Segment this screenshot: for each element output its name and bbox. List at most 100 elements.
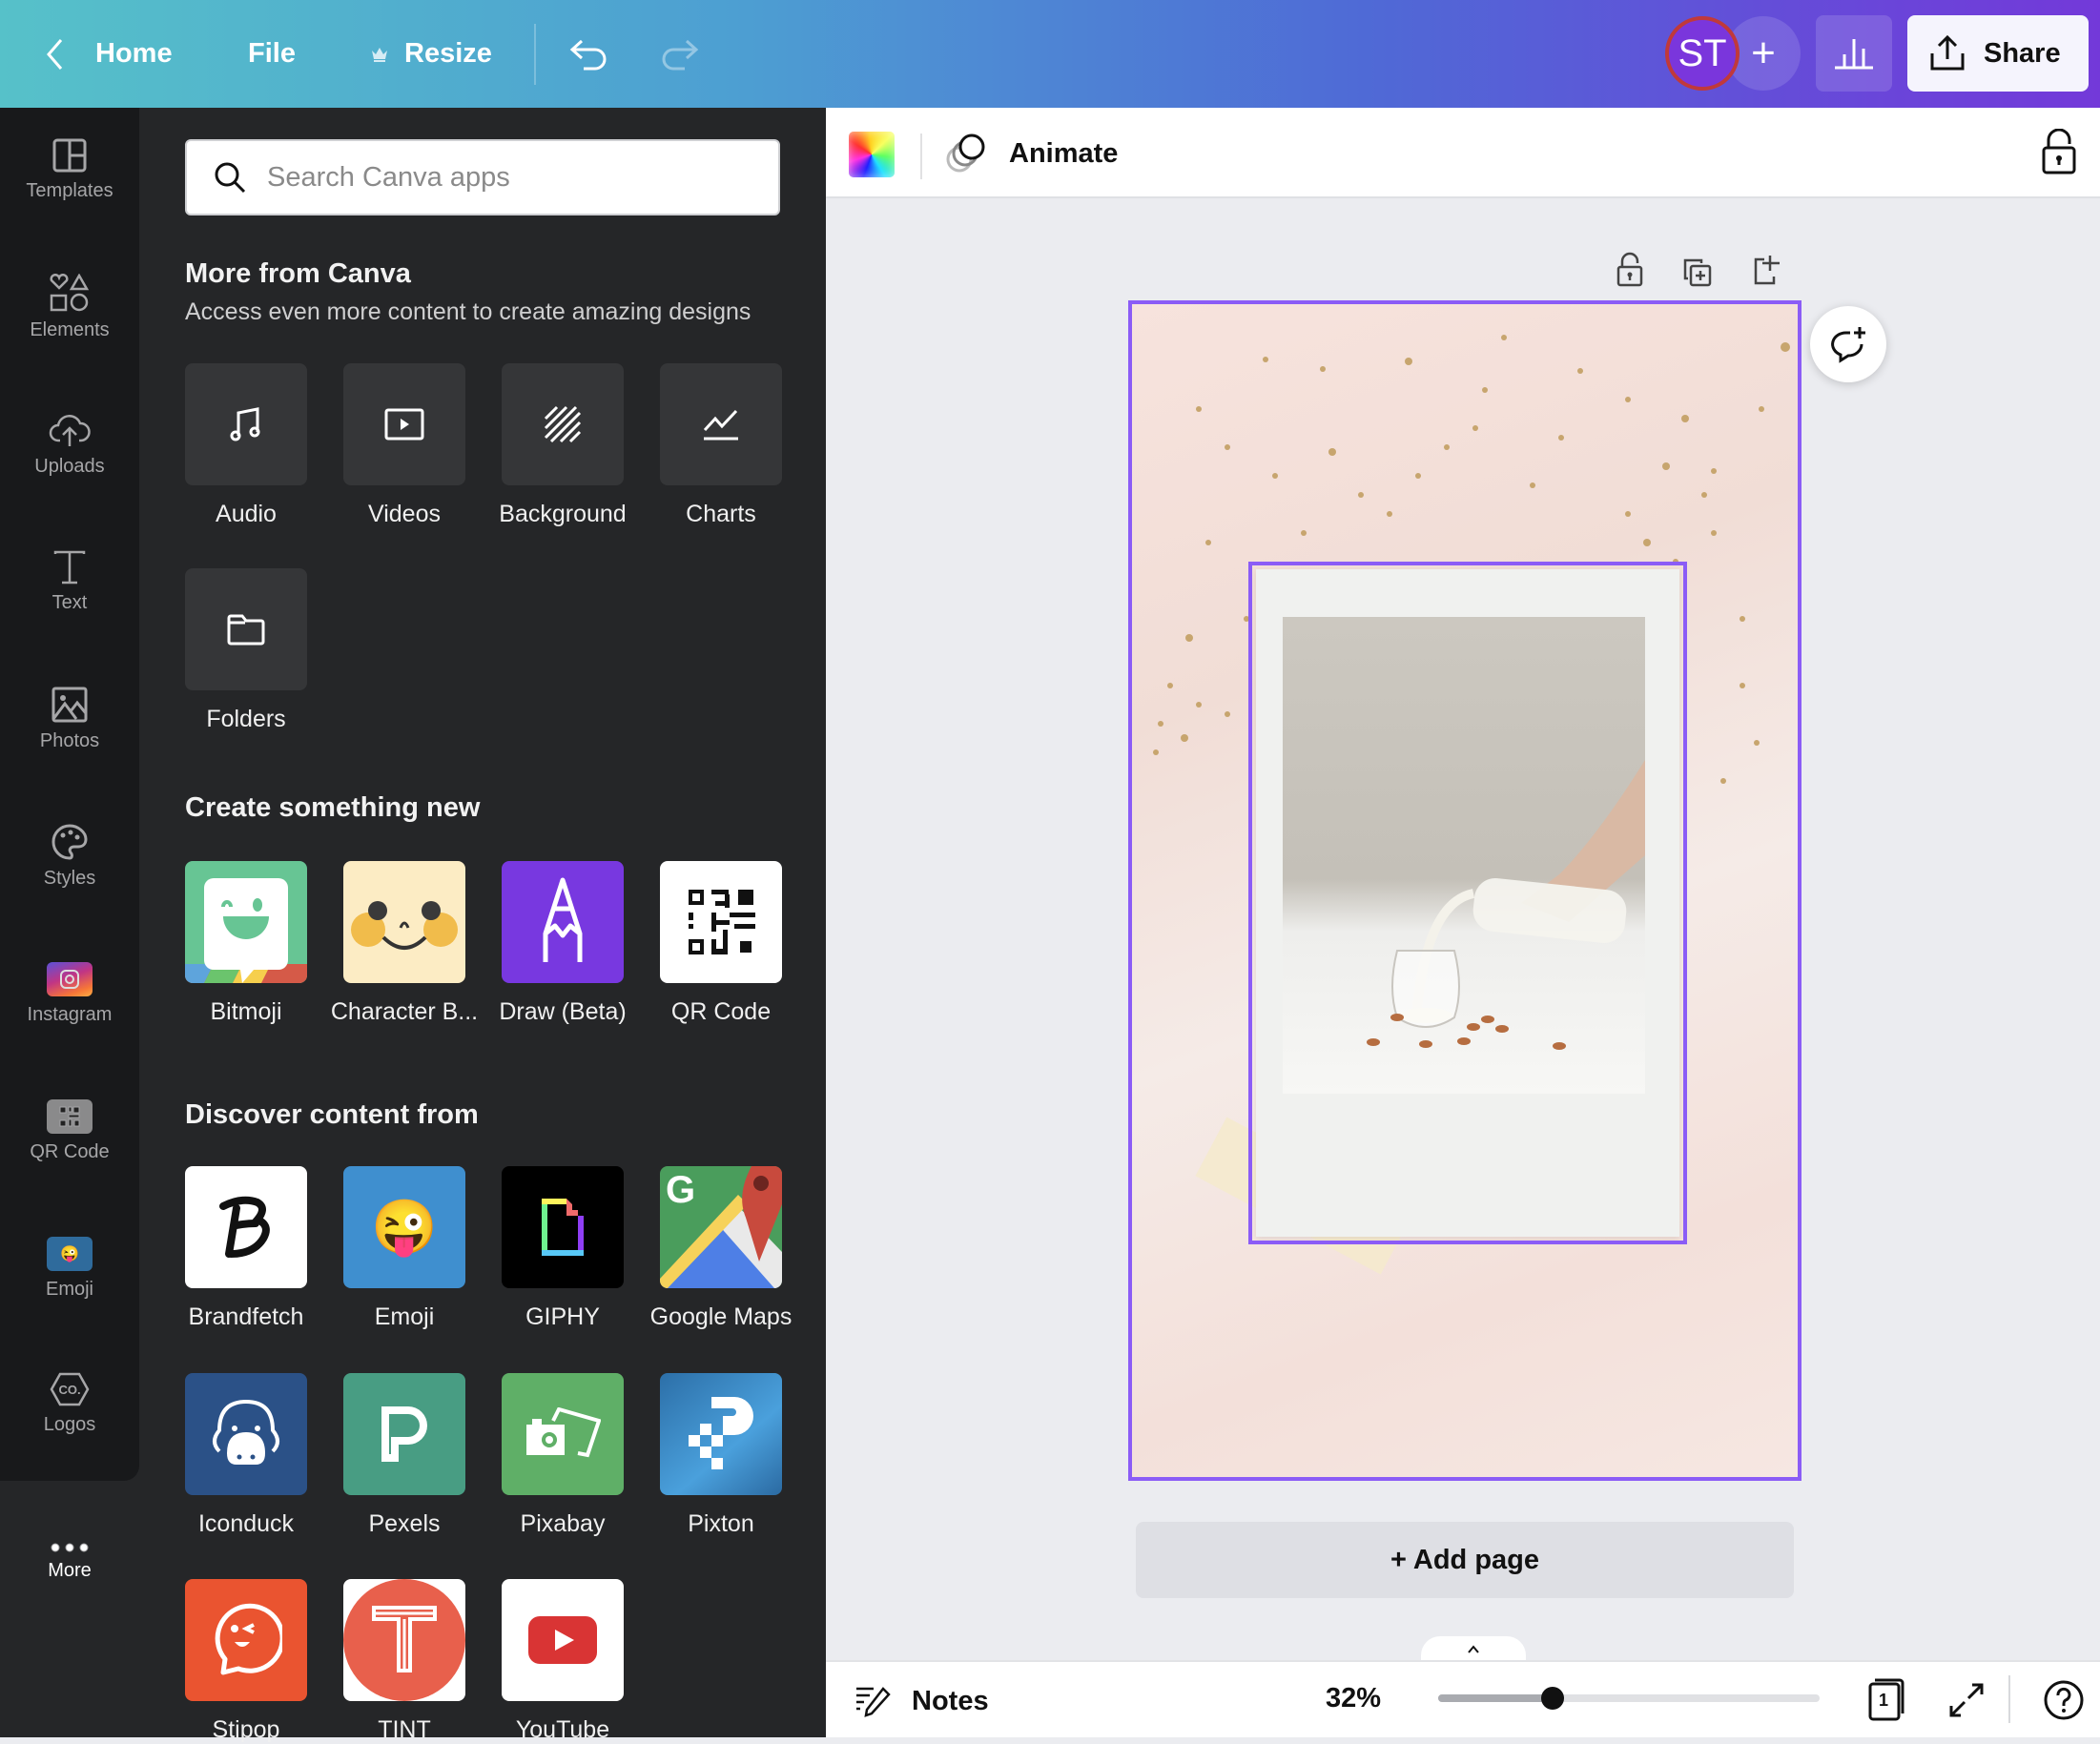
resize-button[interactable]: Resize xyxy=(370,0,492,108)
share-label: Share xyxy=(1984,37,2061,69)
tile-pixton[interactable]: Pixton xyxy=(660,1373,782,1538)
tile-stipop[interactable]: Stipop xyxy=(185,1579,307,1744)
rail-item-elements[interactable]: Elements xyxy=(0,245,139,369)
rail-item-emoji[interactable]: 😜 Emoji xyxy=(0,1206,139,1330)
rail-label: Logos xyxy=(43,1413,96,1435)
file-menu-button[interactable]: File xyxy=(248,0,296,108)
redo-button[interactable] xyxy=(658,0,700,108)
tile-tint[interactable]: TINT xyxy=(343,1579,465,1744)
giphy-icon xyxy=(542,1199,584,1256)
rail-items-container: Templates Elements Uploads Text Photos S… xyxy=(0,108,139,1481)
rail-item-qr-code[interactable]: QR Code xyxy=(0,1069,139,1193)
tile-brandfetch[interactable]: Brandfetch xyxy=(185,1166,307,1331)
tile-iconduck[interactable]: Iconduck xyxy=(185,1373,307,1538)
folder-icon xyxy=(227,614,265,646)
undo-icon xyxy=(569,39,607,70)
animate-button[interactable]: Animate xyxy=(946,127,1118,180)
photo-icon xyxy=(51,687,88,722)
resize-label: Resize xyxy=(404,38,492,69)
add-comment-button[interactable] xyxy=(1810,306,1886,382)
notes-icon xyxy=(856,1687,891,1717)
zoom-percentage[interactable]: 32% xyxy=(1326,1683,1381,1714)
palette-icon xyxy=(51,823,88,860)
tile-youtube[interactable]: YouTube xyxy=(502,1579,624,1744)
lock-page-icon[interactable] xyxy=(1616,252,1644,288)
zoom-slider-thumb[interactable] xyxy=(1541,1687,1564,1710)
tile-label: Pixton xyxy=(688,1510,754,1537)
fullscreen-icon[interactable] xyxy=(1947,1681,1986,1719)
tile-label: Iconduck xyxy=(197,1510,295,1537)
rail-item-more[interactable]: More xyxy=(0,1500,139,1624)
tile-label: Pixabay xyxy=(520,1510,606,1537)
milk-photo xyxy=(1283,617,1645,1094)
avatar[interactable]: ST xyxy=(1665,16,1740,91)
tile-label: Pexels xyxy=(368,1510,441,1537)
tile-videos[interactable]: Videos xyxy=(343,363,465,528)
zoom-slider[interactable] xyxy=(1438,1687,1820,1710)
add-page-icon[interactable] xyxy=(1753,254,1783,286)
lock-open-icon[interactable] xyxy=(2041,129,2077,174)
section-title-discover: Discover content from xyxy=(185,1099,479,1130)
search-field[interactable] xyxy=(185,139,780,215)
tile-label: TINT xyxy=(378,1716,431,1743)
top-header: Home File Resize + ST Share xyxy=(0,0,2100,108)
rail-item-instagram[interactable]: Instagram xyxy=(0,932,139,1056)
upload-share-icon xyxy=(1930,34,1965,71)
rail-item-photos[interactable]: Photos xyxy=(0,657,139,781)
tile-pexels[interactable]: Pexels xyxy=(343,1373,465,1538)
rail-item-text[interactable]: Text xyxy=(0,520,139,644)
plus-icon: + xyxy=(1751,30,1776,76)
tile-draw[interactable]: Draw (Beta) xyxy=(499,861,627,1026)
help-icon[interactable] xyxy=(2043,1679,2085,1721)
home-button[interactable]: Home xyxy=(44,0,173,108)
search-icon xyxy=(215,162,246,194)
svg-text:CO.: CO. xyxy=(58,1383,80,1397)
svg-text:G: G xyxy=(666,1169,695,1211)
undo-button[interactable] xyxy=(568,0,610,108)
polaroid-frame[interactable] xyxy=(1248,562,1687,1244)
rail-item-styles[interactable]: Styles xyxy=(0,794,139,918)
tile-audio[interactable]: Audio xyxy=(185,363,307,528)
apps-panel: More from Canva Access even more content… xyxy=(139,108,826,1743)
design-page[interactable] xyxy=(1128,300,1801,1481)
search-input[interactable] xyxy=(267,161,763,194)
section-title-more-from-canva: More from Canva xyxy=(185,258,411,289)
rail-item-templates[interactable]: Templates xyxy=(0,108,139,232)
rail-label: Templates xyxy=(26,179,113,201)
tile-charts[interactable]: Charts xyxy=(660,363,782,528)
rail-label: Text xyxy=(51,591,88,613)
duplicate-page-icon[interactable] xyxy=(1682,257,1713,288)
rail-item-logos[interactable]: CO. Logos xyxy=(0,1342,139,1466)
tile-bitmoji[interactable]: Bitmoji xyxy=(185,861,307,1026)
tile-label: YouTube xyxy=(515,1716,610,1743)
add-page-button[interactable]: + Add page xyxy=(1136,1522,1794,1598)
tile-folders[interactable]: Folders xyxy=(185,568,307,733)
line-chart-icon xyxy=(703,409,738,441)
tile-giphy[interactable]: GIPHY xyxy=(502,1166,624,1331)
bar-chart-icon xyxy=(1835,39,1873,70)
page-count-button[interactable]: 1 xyxy=(1867,1677,1905,1721)
logos-icon: CO. xyxy=(50,1372,90,1405)
share-button[interactable]: Share xyxy=(1907,15,2089,92)
tile-background[interactable]: Background xyxy=(499,363,627,528)
rail-label: Styles xyxy=(43,867,96,889)
tile-google-maps[interactable]: G Google Maps xyxy=(650,1166,792,1331)
tile-label: Stipop xyxy=(212,1716,280,1743)
tile-character-builder[interactable]: Character B... xyxy=(331,861,478,1026)
notes-button[interactable]: Notes xyxy=(854,1679,989,1723)
color-picker-button[interactable] xyxy=(849,132,895,177)
draw-icon xyxy=(543,877,583,962)
tile-pixabay[interactable]: Pixabay xyxy=(502,1373,624,1538)
insights-button[interactable] xyxy=(1816,15,1892,92)
page-count: 1 xyxy=(1879,1691,1889,1710)
text-icon xyxy=(53,550,86,584)
tile-qr-code[interactable]: QR Code xyxy=(660,861,782,1026)
notes-label: Notes xyxy=(912,1685,989,1716)
rail-item-uploads[interactable]: Uploads xyxy=(0,382,139,506)
comment-add-icon xyxy=(1831,327,1865,363)
iconduck-icon xyxy=(213,1399,279,1465)
background-stripes-icon xyxy=(544,405,582,443)
editor-toolbar: Animate xyxy=(826,108,2100,198)
redo-icon xyxy=(662,39,699,70)
tile-emoji[interactable]: 😜 Emoji xyxy=(343,1166,465,1331)
